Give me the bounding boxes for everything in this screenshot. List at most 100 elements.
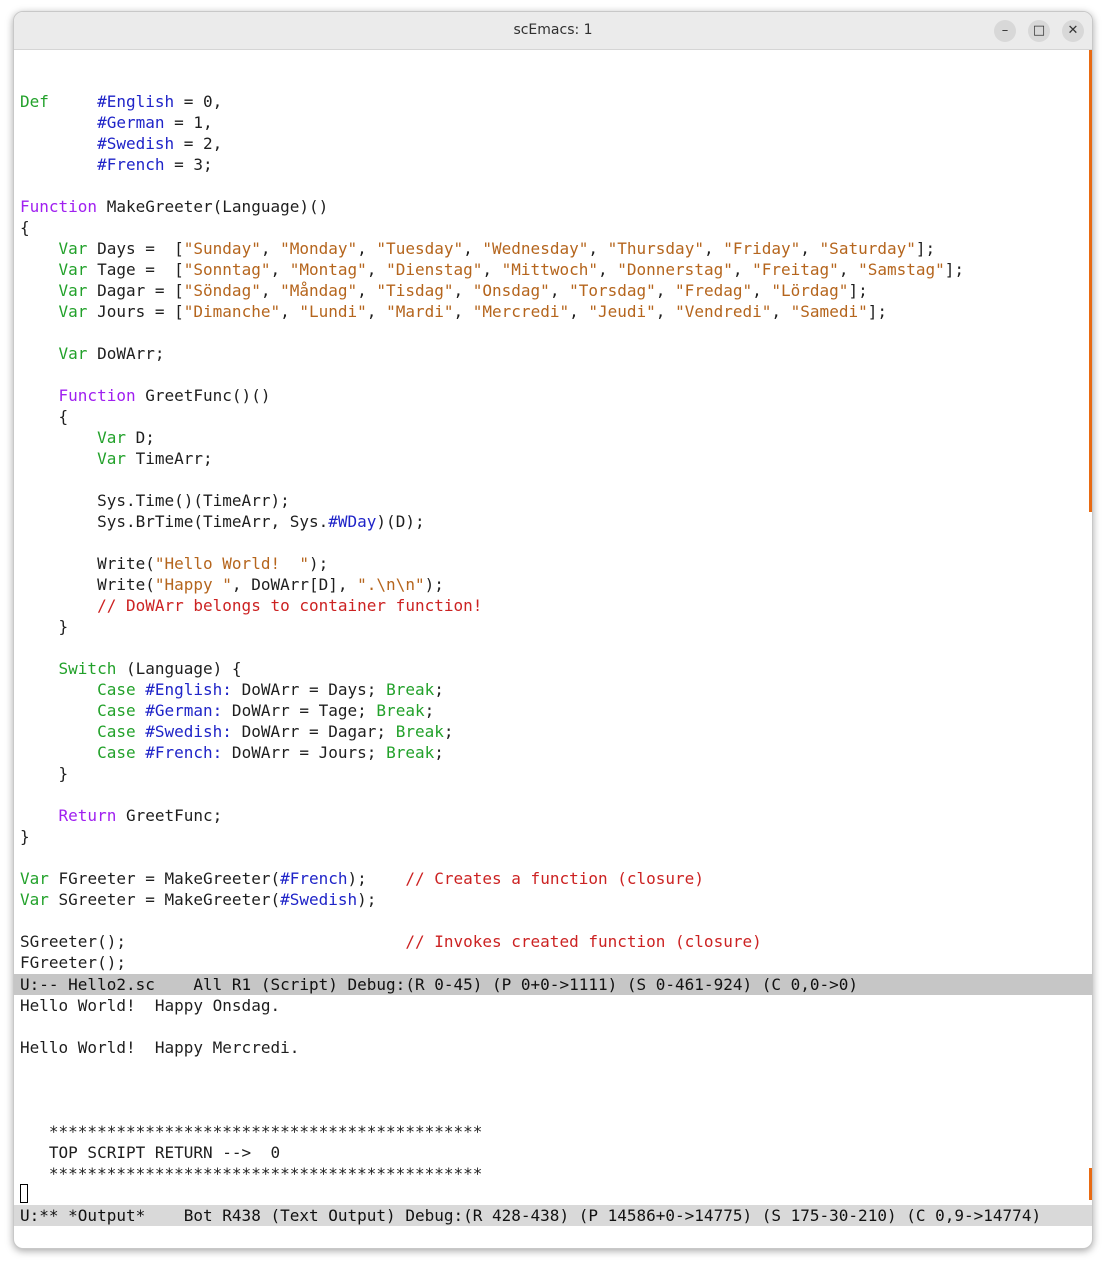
code-token: #English: (145, 680, 232, 699)
code-token: ; (424, 701, 435, 720)
code-token: "Thursday" (607, 239, 704, 258)
code-token: ]; (944, 260, 965, 279)
code-token: "Lördag" (771, 281, 849, 300)
code-token: = 3; (164, 155, 213, 174)
code-line: Var DoWArr; (14, 343, 1092, 364)
code-token: DoWArr; (87, 344, 165, 363)
code-token: // Creates a function (closure) (405, 869, 704, 888)
code-line: } (14, 616, 1092, 637)
close-button[interactable]: ✕ (1062, 20, 1084, 42)
code-line: Var D; (14, 427, 1092, 448)
code-token: Var (58, 302, 88, 321)
output-line: Hello World! Happy Onsdag. (20, 996, 281, 1015)
code-token: #French: (145, 743, 223, 762)
code-token: #French (97, 155, 165, 174)
code-token: "Freitag" (752, 260, 839, 279)
code-token: DoWArr = Jours; (222, 743, 387, 762)
code-token: , (453, 302, 473, 321)
output-pane[interactable]: Hello World! Happy Onsdag. Hello World! H… (14, 995, 1092, 1184)
code-token: "Mercredi" (472, 302, 570, 321)
code-token: Var (58, 344, 88, 363)
code-token: , (260, 281, 281, 300)
window-title: scEmacs: 1 (513, 22, 593, 38)
code-token: , (453, 281, 473, 300)
code-line: Case #German: DoWArr = Tage; Break; (14, 700, 1092, 721)
code-token: "Onsdag" (472, 281, 550, 300)
code-token: #German (97, 113, 165, 132)
code-token: Var (20, 869, 49, 888)
code-token: ; (443, 722, 454, 741)
code-token: , (366, 260, 387, 279)
code-editor-pane[interactable]: Def #English = 0, #German = 1, #Swedish … (14, 70, 1092, 973)
code-token: "Montag" (289, 260, 367, 279)
code-line: Function MakeGreeter(Language)() (14, 196, 1092, 217)
code-token: Var (97, 428, 126, 447)
code-line: } (14, 763, 1092, 784)
code-line: #Swedish = 2, (14, 133, 1092, 154)
emacs-window: scEmacs: 1 – □ ✕ Def #English = 0, #Germ… (13, 11, 1093, 1249)
code-token: Tage = [ (87, 260, 184, 279)
text-cursor (20, 1184, 28, 1203)
code-token: Days = [ (87, 239, 184, 258)
code-token: DoWArr = Days; (231, 680, 387, 699)
code-token: Var (97, 449, 126, 468)
code-token: #French (280, 869, 348, 888)
code-token: "Monday" (280, 239, 358, 258)
code-token: Dagar = [ (87, 281, 184, 300)
title-bar[interactable]: scEmacs: 1 – □ ✕ (14, 12, 1092, 50)
code-token: Case (97, 701, 136, 720)
code-token: , (752, 281, 772, 300)
output-line: ****************************************… (20, 1122, 483, 1141)
code-token: "Wednesday" (482, 239, 589, 258)
code-line: SGreeter(); // Invokes created function … (14, 931, 1092, 952)
code-line: Return GreetFunc; (14, 805, 1092, 826)
code-scrollbar[interactable] (1089, 50, 1092, 512)
code-line: // DoWArr belongs to container function! (14, 595, 1092, 616)
code-token: #English (97, 92, 175, 111)
code-token: Var (58, 239, 88, 258)
code-token: } (20, 827, 30, 846)
code-token: Var (58, 281, 88, 300)
code-line: Var Jours = ["Dimanche", "Lundi", "Mardi… (14, 301, 1092, 322)
code-token: FGreeter(); (20, 953, 126, 972)
code-token: , (771, 302, 791, 321)
code-token: #Swedish: (145, 722, 232, 741)
code-token: #German: (145, 701, 223, 720)
code-token: (Language) { (116, 659, 242, 678)
code-token: "Mittwoch" (501, 260, 598, 279)
output-scrollbar[interactable] (1089, 1168, 1092, 1200)
code-token: "Dienstag" (386, 260, 483, 279)
code-token: Write( (20, 554, 155, 573)
code-token: TimeArr; (125, 449, 213, 468)
code-token: } (20, 764, 69, 783)
code-line: Switch (Language) { (14, 658, 1092, 679)
maximize-button[interactable]: □ (1028, 20, 1050, 42)
code-token: GreetFunc; (116, 806, 223, 825)
code-token: , (357, 239, 377, 258)
code-token: , (732, 260, 753, 279)
code-token: , (800, 239, 820, 258)
code-token: Case (97, 743, 136, 762)
code-token: "Tisdag" (376, 281, 454, 300)
minimize-button[interactable]: – (994, 20, 1016, 42)
code-token: , (357, 281, 377, 300)
code-line: Var Dagar = ["Söndag", "Måndag", "Tisdag… (14, 280, 1092, 301)
code-token: ; (434, 680, 444, 699)
code-token: Sys.Time()(TimeArr); (20, 491, 290, 510)
code-line: Var Tage = ["Sonntag", "Montag", "Dienst… (14, 259, 1092, 280)
code-token: #Swedish (280, 890, 358, 909)
